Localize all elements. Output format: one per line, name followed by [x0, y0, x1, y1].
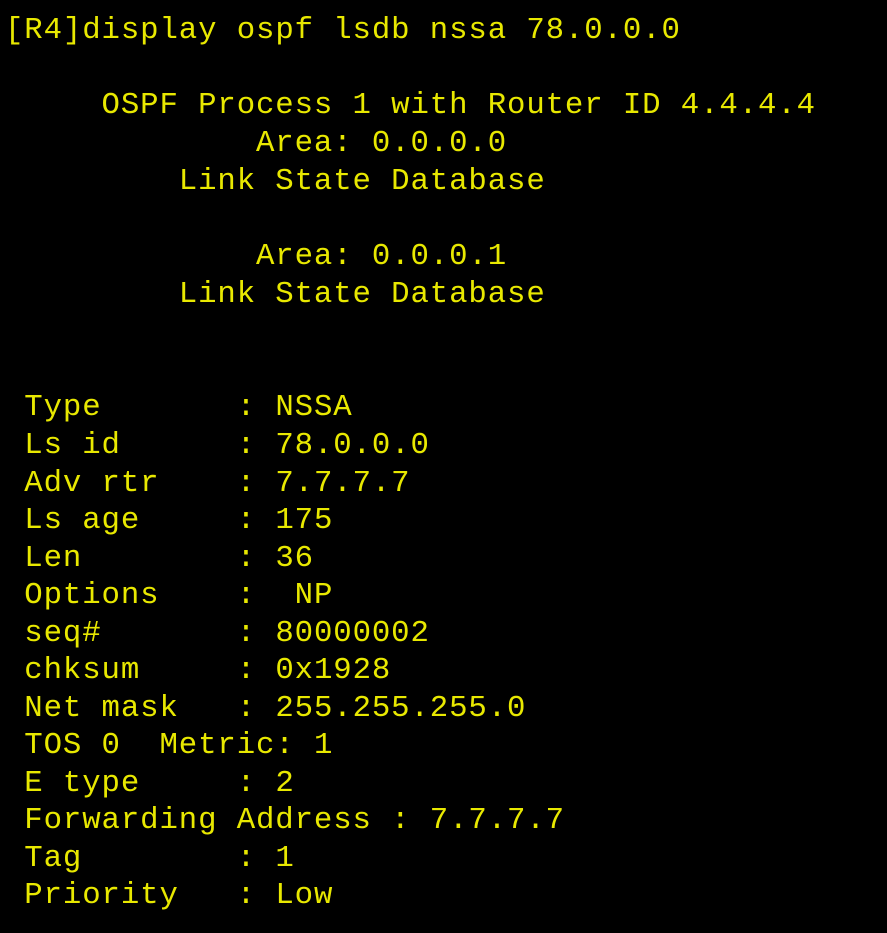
lsa-sep: : [275, 728, 314, 763]
command-text: display ospf lsdb nssa 78.0.0.0 [82, 13, 681, 48]
lsa-value: 2 [275, 766, 295, 801]
lsa-label: Adv rtr [5, 466, 218, 501]
lsa-value: 255.255.255.0 [275, 691, 527, 726]
lsa-value: 7.7.7.7 [429, 803, 565, 838]
lsa-value: Low [275, 878, 334, 913]
lsa-value: 1 [275, 841, 295, 876]
lsa-sep: : [217, 653, 276, 688]
lsa-sep: : [217, 503, 276, 538]
lsa-value: 80000002 [275, 616, 430, 651]
area-line: Area: 0.0.0.0 [5, 126, 508, 161]
lsa-label: Ls id [5, 428, 218, 463]
lsa-row-e-type: E type : 2 [5, 766, 295, 802]
lsa-value: 1 [313, 728, 334, 763]
lsa-row-len: Len : 36 [5, 541, 314, 577]
lsa-value: 7.7.7.7 [275, 466, 411, 501]
lsa-sep: : [217, 390, 276, 425]
lsa-label: chksum [5, 653, 218, 688]
lsa-sep: : [217, 578, 295, 613]
lsa-row-adv-rtr: Adv rtr : 7.7.7.7 [5, 466, 410, 502]
lsa-value: NP [294, 578, 334, 613]
lsa-label: Type [5, 390, 218, 425]
lsa-row-priority: Priority : Low [5, 878, 333, 914]
lsa-label: TOS 0 Metric [5, 728, 276, 763]
lsa-label: Net mask [5, 691, 218, 726]
lsa-sep: : [217, 466, 276, 501]
lsa-value: 175 [275, 503, 334, 538]
lsa-row-options: Options : NP [5, 578, 333, 614]
lsa-sep: : [217, 841, 276, 876]
lsa-row-ls-id: Ls id : 78.0.0.0 [5, 428, 430, 464]
lsa-row-tag: Tag : 1 [5, 841, 295, 877]
lsa-label: Priority [5, 878, 218, 913]
lsa-label: E type [5, 766, 218, 801]
terminal-window[interactable]: [R4]display ospf lsdb nssa 78.0.0.0 OSPF… [0, 0, 887, 933]
lsa-sep: : [217, 878, 276, 913]
lsa-row-ls-age: Ls age : 175 [5, 503, 333, 539]
lsa-value: NSSA [275, 390, 353, 425]
lsa-row-forwarding-address: Forwarding Address : 7.7.7.7 [5, 803, 565, 839]
lsa-row-tos-metric: TOS 0 Metric: 1 [5, 728, 333, 764]
lsa-value: 78.0.0.0 [275, 428, 430, 463]
lsa-row-type: Type : NSSA [5, 390, 353, 426]
lsa-label: Ls age [5, 503, 218, 538]
lsdb-title: Link State Database [5, 164, 546, 199]
lsa-label: Options [5, 578, 218, 613]
lsa-sep: : [217, 428, 276, 463]
lsa-label: Forwarding Address [5, 803, 372, 838]
lsa-sep: : [217, 541, 276, 576]
lsdb-title: Link State Database [5, 277, 546, 312]
lsa-row-chksum: chksum : 0x1928 [5, 653, 391, 689]
lsa-label: seq# [5, 616, 218, 651]
lsa-sep: : [371, 803, 430, 838]
lsa-value: 0x1928 [275, 653, 392, 688]
area-line: Area: 0.0.0.1 [5, 239, 508, 274]
lsa-label: Tag [5, 841, 218, 876]
lsa-value: 36 [275, 541, 314, 576]
ospf-process-line: OSPF Process 1 with Router ID 4.4.4.4 [5, 88, 816, 123]
command-line: [R4]display ospf lsdb nssa 78.0.0.0 [5, 13, 681, 49]
prompt: [R4] [5, 13, 83, 48]
lsa-sep: : [217, 616, 276, 651]
lsa-sep: : [217, 691, 276, 726]
lsa-row-net-mask: Net mask : 255.255.255.0 [5, 691, 526, 727]
lsa-row-seq: seq# : 80000002 [5, 616, 430, 652]
lsa-sep: : [217, 766, 276, 801]
lsa-label: Len [5, 541, 218, 576]
